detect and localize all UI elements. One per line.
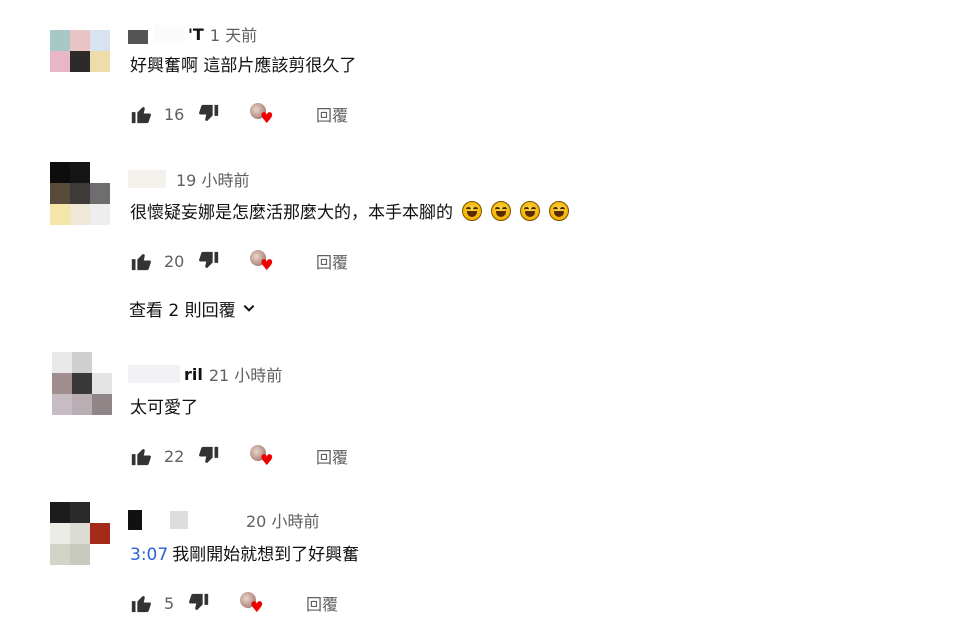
author-name-redacted xyxy=(128,510,142,530)
comment-header: 'T 1 天前 xyxy=(128,22,257,46)
author-name-redacted xyxy=(170,511,188,529)
video-timestamp-link[interactable]: 3:07 xyxy=(130,545,168,565)
author-name-redacted xyxy=(128,365,180,383)
creator-heart: ♥ xyxy=(248,443,276,469)
thumbs-down-icon[interactable] xyxy=(198,103,220,125)
heart-icon: ♥ xyxy=(260,451,274,469)
avatar[interactable] xyxy=(50,502,110,566)
heart-icon: ♥ xyxy=(260,256,274,274)
heart-icon: ♥ xyxy=(260,109,274,127)
comment-text: 很懷疑妄娜是怎麼活那麼大的，本手本腳的 xyxy=(130,201,569,225)
creator-heart: ♥ xyxy=(248,101,276,127)
author-name-redacted xyxy=(128,170,166,188)
laughing-emoji-icon xyxy=(462,201,482,221)
heart-icon: ♥ xyxy=(250,598,264,616)
avatar[interactable] xyxy=(50,30,110,94)
comment-actions: 22 ♥ 回覆 xyxy=(130,442,348,470)
creator-heart: ♥ xyxy=(248,248,276,274)
comment-body: 很懷疑妄娜是怎麼活那麼大的，本手本腳的 xyxy=(130,203,453,223)
comment-body: 我剛開始就想到了好興奮 xyxy=(172,545,360,565)
thumbs-down-icon[interactable] xyxy=(188,592,210,614)
comment-header: ril 21 小時前 xyxy=(128,362,282,386)
like-count: 5 xyxy=(164,593,175,613)
like-count: 16 xyxy=(164,104,185,124)
comment-header: 20 小時前 xyxy=(128,508,319,532)
comment-actions: 20 ♥ 回覆 xyxy=(130,247,348,275)
comment-time[interactable]: 20 小時前 xyxy=(246,508,319,532)
thumbs-down-icon[interactable] xyxy=(198,250,220,272)
author-name-redacted xyxy=(192,511,236,529)
comment-actions: 5 ♥ 回覆 xyxy=(130,589,338,617)
reply-button[interactable]: 回覆 xyxy=(306,591,338,615)
thumbs-up-icon[interactable] xyxy=(130,250,152,272)
author-name[interactable]: 'T xyxy=(188,25,204,44)
comment-text: 3:07 我剛開始就想到了好興奮 xyxy=(130,543,359,567)
author-name-redacted xyxy=(154,25,184,43)
reply-button[interactable]: 回覆 xyxy=(316,444,348,468)
reply-button[interactable]: 回覆 xyxy=(316,102,348,126)
author-name[interactable]: ril xyxy=(184,365,203,384)
comment-time[interactable]: 21 小時前 xyxy=(209,362,282,386)
thumbs-up-icon[interactable] xyxy=(130,103,152,125)
view-replies-button[interactable]: 查看 2 則回覆 xyxy=(129,295,256,321)
comment-body: 太可愛了 xyxy=(130,398,198,418)
comment-time[interactable]: 19 小時前 xyxy=(176,167,249,191)
author-name-redacted xyxy=(146,511,166,529)
author-badge-icon xyxy=(128,30,148,44)
avatar[interactable] xyxy=(50,162,110,226)
like-count: 22 xyxy=(164,446,185,466)
laughing-emoji-icon xyxy=(549,201,569,221)
comment-actions: 16 ♥ 回覆 xyxy=(130,100,348,128)
thumbs-up-icon[interactable] xyxy=(130,592,152,614)
comment-header: 19 小時前 xyxy=(128,167,249,191)
chevron-down-icon xyxy=(243,304,255,312)
reply-button[interactable]: 回覆 xyxy=(316,249,348,273)
comment-text: 太可愛了 xyxy=(130,396,198,420)
comment-body: 好興奮啊 這部片應該剪很久了 xyxy=(130,56,357,76)
comment-text: 好興奮啊 這部片應該剪很久了 xyxy=(130,54,356,78)
thumbs-down-icon[interactable] xyxy=(198,445,220,467)
comment-time[interactable]: 1 天前 xyxy=(210,22,257,46)
laughing-emoji-icon xyxy=(491,201,511,221)
laughing-emoji-icon xyxy=(520,201,540,221)
creator-heart: ♥ xyxy=(238,590,266,616)
thumbs-up-icon[interactable] xyxy=(130,445,152,467)
view-replies-label: 查看 2 則回覆 xyxy=(129,300,236,321)
avatar[interactable] xyxy=(52,352,112,416)
like-count: 20 xyxy=(164,251,185,271)
